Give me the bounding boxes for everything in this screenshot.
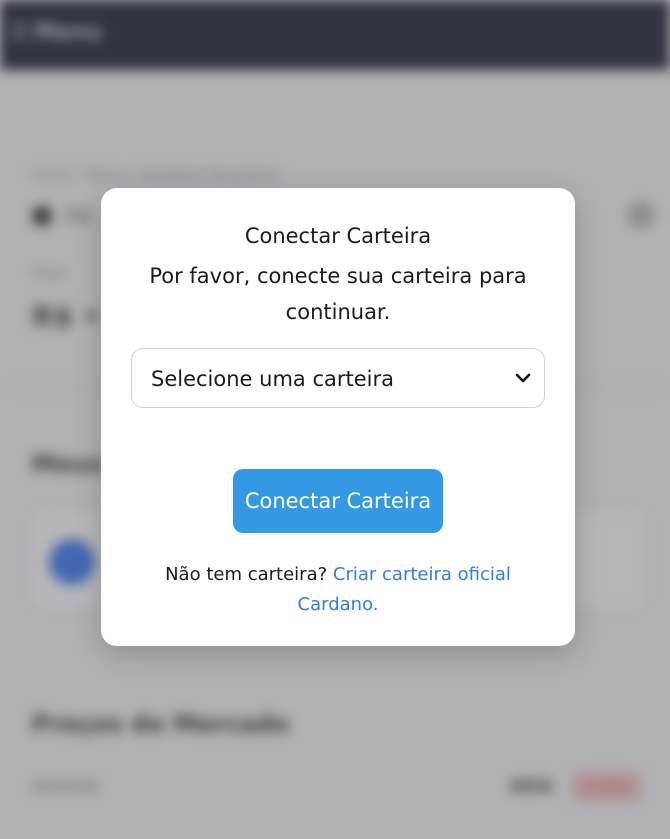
chevron-down-icon	[515, 373, 531, 383]
connect-wallet-button[interactable]: Conectar Carteira	[233, 469, 443, 533]
modal-message: Por favor, conecte sua carteira para con…	[149, 264, 527, 324]
wallet-select-value: Selecione uma carteira	[151, 367, 394, 391]
no-wallet-label: Não tem carteira?	[165, 564, 328, 585]
connect-wallet-modal: Conectar Carteira Por favor, conecte sua…	[101, 188, 575, 646]
page: ☰ Menu Início / Ativo / Ada/Real Brasile…	[0, 0, 670, 839]
no-wallet-text: Não tem carteira? Criar carteira oficial…	[141, 560, 535, 620]
modal-title: Conectar Carteira	[244, 224, 432, 248]
wallet-select[interactable]: Selecione uma carteira	[131, 348, 545, 408]
create-wallet-link[interactable]: Criar carteira oficial Cardano.	[298, 564, 511, 615]
